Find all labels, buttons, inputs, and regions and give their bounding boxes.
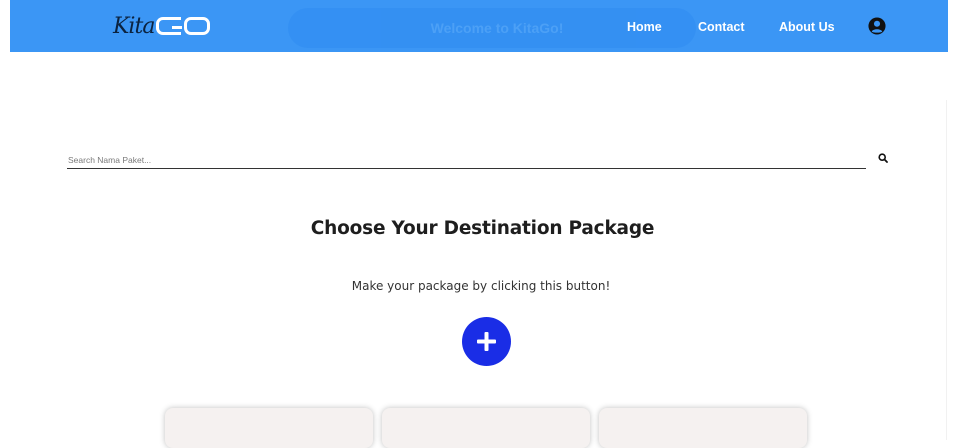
search-input[interactable]	[67, 152, 868, 168]
nav-home-link[interactable]: Home	[627, 20, 662, 34]
logo-g-shape	[156, 17, 183, 35]
logo[interactable]: Kita	[113, 9, 211, 43]
nav-contact-link[interactable]: Contact	[698, 20, 745, 34]
navbar: Kita Welcome to KitaGo! Home Contact Abo…	[10, 0, 948, 52]
search-icon[interactable]	[878, 153, 888, 163]
package-card[interactable]	[599, 408, 807, 448]
logo-script-text: Kita	[113, 13, 155, 39]
search-bar	[67, 150, 868, 169]
logo-o-shape	[184, 17, 211, 35]
package-card[interactable]	[165, 408, 373, 448]
plus-icon	[477, 332, 496, 351]
logo-go-mark	[156, 17, 211, 35]
page-title: Choose Your Destination Package	[310, 218, 655, 239]
add-package-button[interactable]	[462, 317, 511, 366]
user-circle-icon[interactable]	[868, 17, 886, 35]
package-card[interactable]	[382, 408, 590, 448]
nav-about-link[interactable]: About Us	[779, 20, 835, 34]
page-subtitle: Make your package by clicking this butto…	[351, 279, 611, 293]
page-edge	[946, 100, 955, 440]
